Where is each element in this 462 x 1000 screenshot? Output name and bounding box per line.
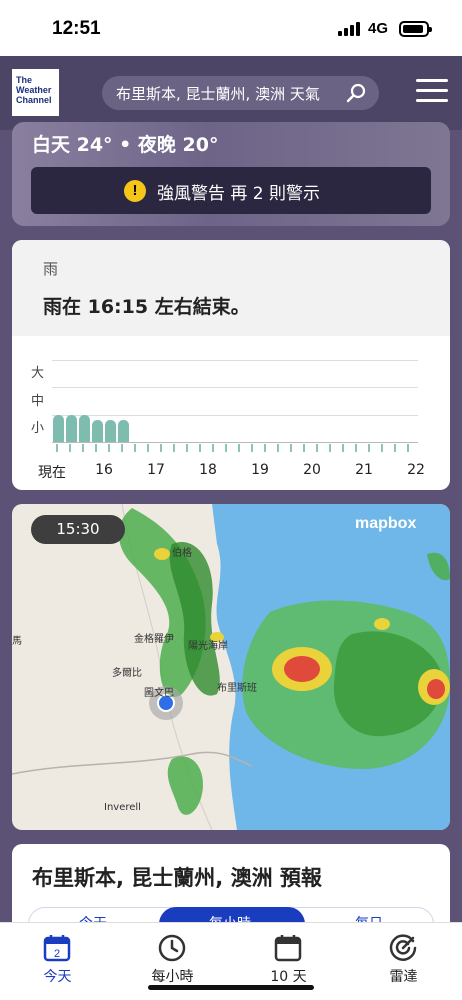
time-tick xyxy=(212,444,214,452)
time-tick xyxy=(342,444,344,452)
time-tick xyxy=(277,444,279,452)
location-search[interactable]: 布里斯本, 昆士蘭州, 澳洲 天氣 xyxy=(102,76,379,110)
logo-line: Channel xyxy=(16,95,52,105)
logo-line: Weather xyxy=(16,85,52,95)
time-tick xyxy=(316,444,318,452)
y-label-high: 大 xyxy=(31,366,45,381)
time-tick xyxy=(355,444,357,452)
precip-card[interactable]: 雨 雨在 16:15 左右結束。 大 中 小 現在 16 17 18 19 20… xyxy=(12,240,450,490)
current-weather-card: 白天 24° • 夜晚 20° ! 強風警告 再 2 則警示 xyxy=(12,122,450,226)
time-tick xyxy=(394,444,396,452)
x-label: 18 xyxy=(199,462,217,478)
map-label: Inverell xyxy=(104,802,141,813)
grid-line xyxy=(52,387,418,388)
time-tick xyxy=(290,444,292,452)
precip-header: 雨 雨在 16:15 左右結束。 xyxy=(12,240,450,336)
weather-alert-banner[interactable]: ! 強風警告 再 2 則警示 xyxy=(31,167,431,214)
status-time: 12:51 xyxy=(52,18,101,39)
x-label: 16 xyxy=(95,462,113,478)
calendar-day-icon: 2 xyxy=(43,935,71,962)
grid-line xyxy=(52,360,418,361)
y-label-mid: 中 xyxy=(31,394,45,409)
menu-icon[interactable] xyxy=(416,79,448,103)
map-label: 金格羅伊 xyxy=(134,634,174,645)
chart-baseline xyxy=(52,442,418,443)
x-label: 17 xyxy=(147,462,165,478)
time-tick xyxy=(186,444,188,452)
radar-time[interactable]: 15:30 xyxy=(31,515,125,544)
radar-icon xyxy=(389,934,417,961)
time-tick xyxy=(160,444,162,452)
time-tick xyxy=(368,444,370,452)
search-text: 布里斯本, 昆士蘭州, 澳洲 天氣 xyxy=(116,85,320,103)
precip-type: 雨 xyxy=(43,260,59,278)
network-type: 4G xyxy=(368,20,389,37)
alert-text: 強風警告 再 2 則警示 xyxy=(157,184,321,204)
time-tick xyxy=(82,444,84,452)
time-tick xyxy=(251,444,253,452)
tab-label: 10 天 xyxy=(270,969,307,985)
grid-line xyxy=(52,415,418,416)
map-label: 陽光海岸 xyxy=(188,641,228,652)
time-tick xyxy=(381,444,383,452)
tab-label: 每小時 xyxy=(151,969,194,985)
home-indicator xyxy=(148,985,314,990)
time-tick xyxy=(95,444,97,452)
forecast-title: 布里斯本, 昆士蘭州, 澳洲 預報 xyxy=(32,866,322,890)
signal-icon xyxy=(338,22,362,36)
x-label: 20 xyxy=(303,462,321,478)
map-label: 伯格 xyxy=(172,548,192,559)
clock-icon xyxy=(158,934,186,962)
time-tick xyxy=(303,444,305,452)
time-tick xyxy=(407,444,409,452)
time-tick xyxy=(108,444,110,452)
weather-channel-logo[interactable]: The Weather Channel xyxy=(12,69,59,116)
time-tick xyxy=(225,444,227,452)
x-label: 19 xyxy=(251,462,269,478)
app-header: The Weather Channel 布里斯本, 昆士蘭州, 澳洲 天氣 xyxy=(0,56,462,130)
rain-bar xyxy=(53,415,64,442)
tab-label: 雷達 xyxy=(389,969,418,985)
time-tick xyxy=(56,444,58,452)
radar-map-graphic xyxy=(12,504,450,830)
rain-bar xyxy=(118,420,129,442)
map-label: 馬 xyxy=(12,636,22,647)
y-label-low: 小 xyxy=(31,421,45,436)
map-label: 布里斯班 xyxy=(217,683,257,694)
tab-label: 今天 xyxy=(43,969,72,985)
x-label: 22 xyxy=(407,462,425,478)
time-tick xyxy=(69,444,71,452)
time-tick xyxy=(134,444,136,452)
search-icon[interactable] xyxy=(346,83,366,103)
time-tick xyxy=(199,444,201,452)
x-label: 現在 xyxy=(38,465,66,481)
x-label: 21 xyxy=(355,462,373,478)
time-tick xyxy=(329,444,331,452)
status-bar: 12:51 4G xyxy=(0,0,462,56)
precip-summary: 雨在 16:15 左右結束。 xyxy=(43,296,250,318)
time-tick xyxy=(264,444,266,452)
day-night-temps: 白天 24° • 夜晚 20° xyxy=(32,134,219,156)
time-tick xyxy=(147,444,149,452)
rain-bar xyxy=(79,415,90,442)
time-tick xyxy=(173,444,175,452)
rain-bar xyxy=(92,420,103,442)
tab-radar-nav[interactable]: 雷達 xyxy=(346,923,461,1000)
time-tick xyxy=(238,444,240,452)
rain-bar xyxy=(105,420,116,442)
battery-icon xyxy=(399,21,432,37)
warning-icon: ! xyxy=(124,180,146,202)
rain-bar xyxy=(66,415,77,442)
calendar-icon xyxy=(274,935,302,962)
map-label: 多爾比 xyxy=(112,668,142,679)
mapbox-logo: mapbox xyxy=(355,515,417,532)
tab-today-nav[interactable]: 2 今天 xyxy=(0,923,115,1000)
map-label: 圖文巴 xyxy=(144,688,174,699)
calendar-badge: 2 xyxy=(54,948,60,960)
time-tick xyxy=(121,444,123,452)
logo-line: The xyxy=(16,75,33,85)
radar-map[interactable]: 15:30 mapbox 伯格 馬 金格羅伊 圖文巴 布里斯班 陽光海岸 多爾比… xyxy=(12,504,450,830)
